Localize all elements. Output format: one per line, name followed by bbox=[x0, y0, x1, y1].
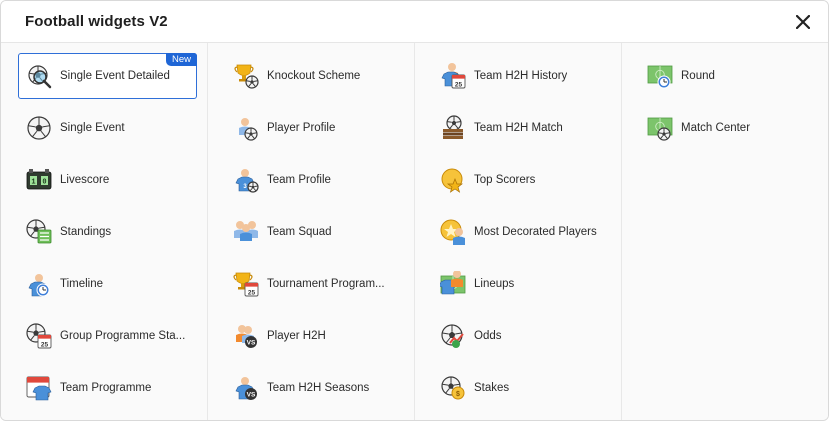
widget-grid: Single Event Detailed New Single Event 1 0 L… bbox=[1, 43, 828, 420]
widget-item-team-h2h-match[interactable]: Team H2H Match bbox=[432, 105, 611, 151]
widget-item-single-event-detailed[interactable]: Single Event Detailed New bbox=[18, 53, 197, 99]
widget-item-label: Odds bbox=[474, 330, 502, 342]
widget-item-round[interactable]: Round bbox=[639, 53, 818, 99]
widget-item-standings[interactable]: Standings bbox=[18, 209, 197, 255]
widget-item-label: Lineups bbox=[474, 278, 515, 290]
pitch-clock-icon bbox=[647, 63, 673, 89]
ball-calendar-icon: 25 bbox=[26, 323, 52, 349]
ball-books-icon bbox=[440, 115, 466, 141]
svg-text:25: 25 bbox=[41, 341, 49, 348]
widget-item-livescore[interactable]: 1 0 Livescore bbox=[18, 157, 197, 203]
widget-item-label: Player H2H bbox=[267, 330, 326, 342]
ball-table-icon bbox=[26, 219, 52, 245]
gold-ball-star-icon bbox=[440, 167, 466, 193]
widget-column: Knockout Scheme Player Profile 3 Team Pr… bbox=[208, 43, 415, 420]
close-icon bbox=[796, 15, 810, 29]
gold-medal-player-icon bbox=[440, 219, 466, 245]
widget-item-top-scorers[interactable]: Top Scorers bbox=[432, 157, 611, 203]
widget-item-label: Team Profile bbox=[267, 174, 331, 186]
dialog-title: Football widgets V2 bbox=[25, 13, 168, 30]
widget-item-single-event[interactable]: Single Event bbox=[18, 105, 197, 151]
widget-item-label: Team Programme bbox=[60, 382, 152, 394]
widget-column: Single Event Detailed New Single Event 1 0 L… bbox=[1, 43, 208, 420]
widget-item-label: Round bbox=[681, 70, 715, 82]
ball-magnifier-icon bbox=[26, 63, 52, 89]
svg-text:$: $ bbox=[456, 391, 460, 398]
widget-item-label: Stakes bbox=[474, 382, 510, 394]
svg-text:VS: VS bbox=[247, 340, 256, 347]
dialog-header: Football widgets V2 bbox=[1, 1, 828, 43]
calendar-shirt-icon bbox=[26, 375, 52, 401]
team-vs-icon: VS bbox=[233, 375, 259, 401]
widget-item-label: Tournament Program... bbox=[267, 278, 385, 290]
widget-item-match-center[interactable]: Match Center bbox=[639, 105, 818, 151]
new-badge: New bbox=[165, 53, 197, 66]
pitch-ball-icon bbox=[647, 115, 673, 141]
widget-item-timeline[interactable]: Timeline bbox=[18, 261, 197, 307]
widget-item-team-programme[interactable]: Team Programme bbox=[18, 365, 197, 411]
team-calendar-icon: 25 bbox=[440, 63, 466, 89]
widget-item-team-h2h-seasons[interactable]: VS Team H2H Seasons bbox=[225, 365, 404, 411]
svg-text:25: 25 bbox=[248, 289, 256, 296]
widget-item-label: Team H2H Match bbox=[474, 122, 563, 134]
soccer-ball-icon bbox=[26, 115, 52, 141]
svg-text:25: 25 bbox=[455, 81, 463, 88]
widget-column: 25 Team H2H History Team H2H Match Top Sco… bbox=[415, 43, 622, 420]
svg-text:VS: VS bbox=[247, 392, 256, 399]
widget-item-label: Team H2H History bbox=[474, 70, 568, 82]
widget-item-knockout-scheme[interactable]: Knockout Scheme bbox=[225, 53, 404, 99]
ball-chart-icon bbox=[440, 323, 466, 349]
widget-column: Round Match Center bbox=[622, 43, 828, 420]
widget-item-label: Single Event bbox=[60, 122, 125, 134]
widget-item-most-decorated-players[interactable]: Most Decorated Players bbox=[432, 209, 611, 255]
widget-item-label: Most Decorated Players bbox=[474, 226, 597, 238]
widget-item-player-h2h[interactable]: VS Player H2H bbox=[225, 313, 404, 359]
scoreboard-icon: 10 bbox=[26, 167, 52, 193]
widget-item-group-programme-sta[interactable]: 25 Group Programme Sta... bbox=[18, 313, 197, 359]
widget-item-team-profile[interactable]: 3 Team Profile bbox=[225, 157, 404, 203]
widget-item-label: Top Scorers bbox=[474, 174, 536, 186]
widget-item-label: Single Event Detailed bbox=[60, 70, 170, 82]
close-button[interactable] bbox=[792, 11, 814, 33]
widget-item-label: Team H2H Seasons bbox=[267, 382, 370, 394]
svg-text:1: 1 bbox=[31, 179, 35, 187]
pitch-shirt-icon bbox=[438, 270, 466, 297]
svg-text:0: 0 bbox=[42, 179, 46, 187]
football-widgets-dialog: Football widgets V2 Single Event Detaile… bbox=[0, 0, 829, 421]
ball-coin-icon: $ bbox=[440, 375, 466, 401]
player-ball-icon bbox=[233, 115, 259, 141]
widget-item-label: Knockout Scheme bbox=[267, 70, 361, 82]
trophy-calendar-icon: 25 bbox=[233, 271, 259, 297]
players-group-icon bbox=[233, 219, 259, 245]
team-shirt-icon: 3 bbox=[233, 167, 259, 193]
widget-item-lineups[interactable]: Lineups bbox=[432, 261, 611, 307]
widget-item-label: Standings bbox=[60, 226, 112, 238]
widget-item-label: Group Programme Sta... bbox=[60, 330, 186, 342]
widget-item-team-h2h-history[interactable]: 25 Team H2H History bbox=[432, 53, 611, 99]
widget-item-label: Team Squad bbox=[267, 226, 332, 238]
widget-item-tournament-program[interactable]: 25 Tournament Program... bbox=[225, 261, 404, 307]
widget-item-player-profile[interactable]: Player Profile bbox=[225, 105, 404, 151]
widget-item-label: Match Center bbox=[681, 122, 751, 134]
widget-item-stakes[interactable]: $ Stakes bbox=[432, 365, 611, 411]
trophy-ball-icon bbox=[233, 63, 259, 89]
player-clock-icon bbox=[26, 271, 52, 297]
widget-item-label: Player Profile bbox=[267, 122, 336, 134]
widget-item-odds[interactable]: Odds bbox=[432, 313, 611, 359]
widget-item-label: Livescore bbox=[60, 174, 110, 186]
widget-item-label: Timeline bbox=[60, 278, 104, 290]
player-vs-icon: VS bbox=[233, 323, 259, 349]
widget-item-team-squad[interactable]: Team Squad bbox=[225, 209, 404, 255]
